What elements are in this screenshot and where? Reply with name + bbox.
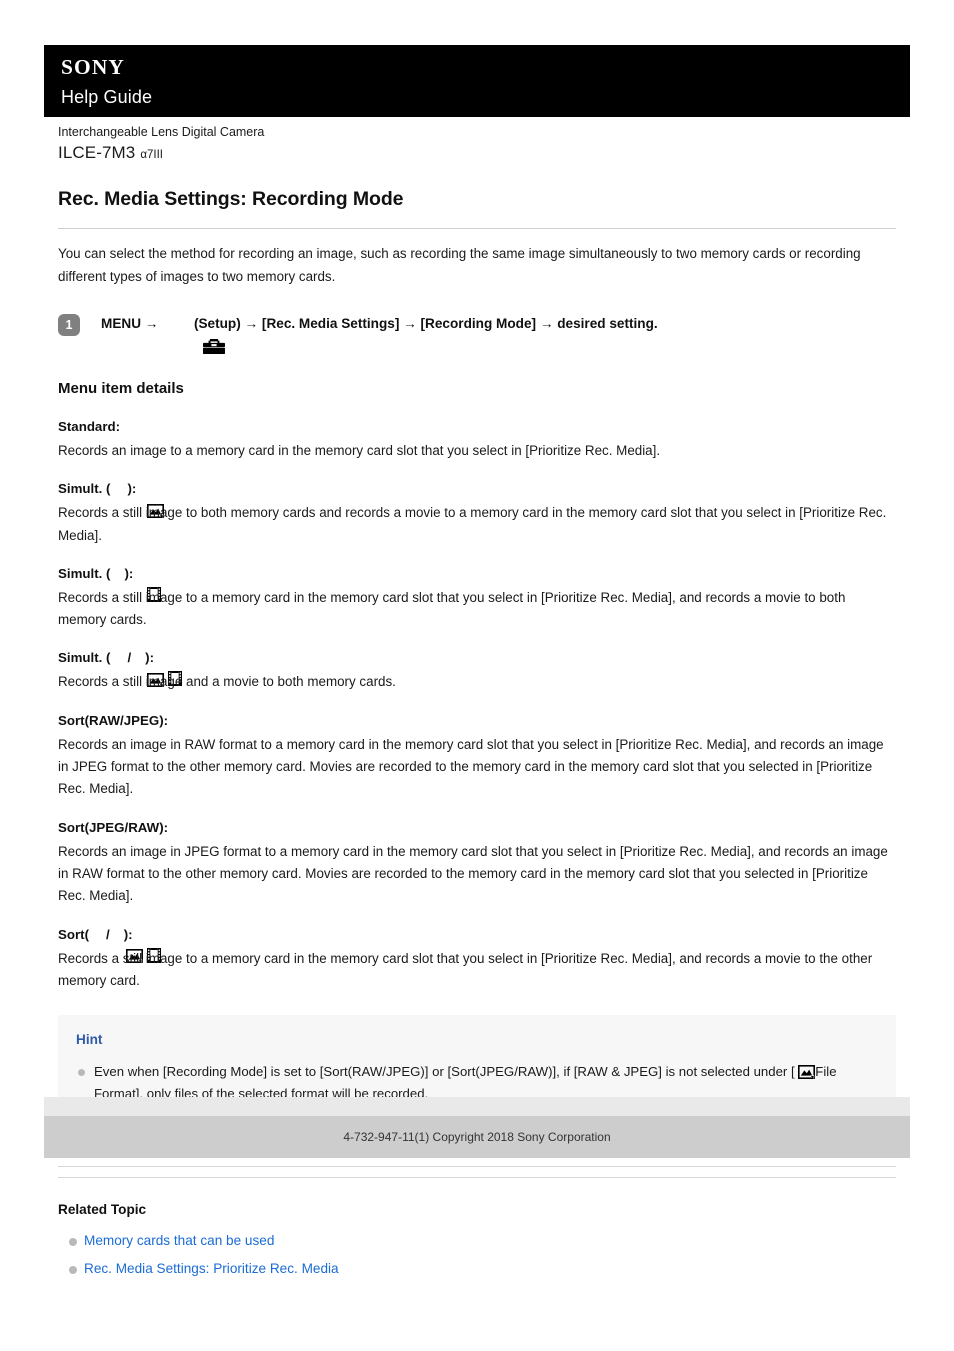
movie-icon bbox=[131, 650, 183, 687]
footer-copyright: 4-732-947-11(1) Copyright 2018 Sony Corp… bbox=[343, 1130, 611, 1144]
help-guide-page: SONY Help Guide Interchangeable Lens Dig… bbox=[0, 0, 954, 1351]
sony-logo: SONY bbox=[61, 55, 126, 79]
step-text: MENU → (Setup) → [Rec. Media Settings] →… bbox=[101, 313, 658, 354]
detail-term-suffix: ): bbox=[123, 926, 133, 942]
section-divider-pair bbox=[58, 1166, 896, 1179]
detail-description: Records a still image to a memory card i… bbox=[58, 589, 846, 628]
model-name: ILCE-7M3 bbox=[58, 143, 136, 162]
detail-description: Records a still image and a movie to bot… bbox=[58, 674, 396, 690]
detail-description: Records an image to a memory card in the… bbox=[58, 443, 661, 458]
still-image-icon bbox=[110, 482, 165, 518]
intro-paragraph: You can select the method for recording … bbox=[58, 246, 861, 284]
detail-term: Simult. (): bbox=[58, 563, 896, 602]
model-alias: α7III bbox=[140, 149, 163, 161]
list-item[interactable]: Memory cards that can be used bbox=[58, 1230, 896, 1252]
detail-term-prefix: Sort( bbox=[58, 926, 90, 942]
related-topic-heading: Related Topic bbox=[58, 1202, 147, 1218]
still-image-icon bbox=[798, 1064, 816, 1080]
detail-term: Simult. ( /): bbox=[58, 647, 896, 687]
detail-item: Simult. ( /): Records a still image and… bbox=[58, 647, 896, 693]
detail-description: Records an image in JPEG format to a mem… bbox=[58, 843, 888, 904]
detail-term-prefix: Standard: bbox=[58, 419, 121, 434]
hint-title: Hint bbox=[76, 1032, 103, 1048]
detail-term-prefix: Simult. ( bbox=[58, 565, 111, 581]
related-link-memory-cards[interactable]: Memory cards that can be used bbox=[84, 1233, 274, 1248]
step-number-badge: 1 bbox=[58, 314, 80, 336]
detail-item: Simult. (): Records a still image to a … bbox=[58, 563, 896, 632]
menu-item-details-heading: Menu item details bbox=[58, 380, 184, 397]
footer-light-band bbox=[44, 1097, 910, 1116]
detail-term-prefix: Sort(RAW/JPEG): bbox=[58, 712, 169, 728]
movie-icon bbox=[110, 927, 161, 963]
detail-description: Records a still image to a memory card i… bbox=[58, 950, 873, 988]
divider-bottom bbox=[58, 1177, 896, 1179]
procedure-step: 1 MENU → (Setup) → [Rec. Media Settings]… bbox=[58, 313, 896, 354]
step-text-part1: MENU → bbox=[101, 316, 163, 331]
detail-term: Standard: bbox=[58, 416, 896, 437]
detail-term-suffix: ): bbox=[145, 650, 155, 666]
list-item[interactable]: Rec. Media Settings: Prioritize Rec. Med… bbox=[58, 1258, 896, 1280]
detail-term-prefix: Sort(JPEG/RAW): bbox=[58, 819, 169, 835]
divider-top bbox=[58, 1166, 896, 1168]
model-line: ILCE-7M3 α7III bbox=[58, 142, 918, 166]
detail-term-prefix: Simult. ( bbox=[58, 650, 111, 666]
detail-description: Records a still image to both memory car… bbox=[58, 505, 887, 543]
detail-item: Simult. ( ): Records a still image to bo… bbox=[58, 478, 896, 547]
detail-description: Records an image in RAW format to a memo… bbox=[58, 736, 884, 797]
detail-term-suffix: ): bbox=[124, 565, 134, 581]
help-guide-subtitle: Help Guide bbox=[61, 87, 153, 107]
still-image-icon bbox=[89, 927, 143, 964]
hint-text-part1: Even when [Recording Mode] is set to [So… bbox=[94, 1064, 799, 1080]
site-header: SONY Help Guide bbox=[44, 45, 910, 117]
detail-term: Sort(RAW/JPEG): bbox=[58, 710, 896, 731]
toolbox-icon bbox=[165, 317, 225, 354]
detail-term: Sort( /): bbox=[58, 924, 896, 964]
detail-term-prefix: Simult. ( bbox=[58, 481, 111, 497]
detail-term-suffix: ): bbox=[127, 481, 137, 497]
step-text-part2: (Setup) → [Rec. Media Settings] → [Recor… bbox=[190, 316, 658, 331]
detail-item: Sort( /): Records a still image to a me… bbox=[58, 924, 896, 993]
detail-item: Standard: Records an image to a memory c… bbox=[58, 416, 896, 462]
detail-item: Sort(JPEG/RAW): Records an image in JPEG… bbox=[58, 817, 896, 908]
model-category: Interchangeable Lens Digital Camera bbox=[58, 125, 265, 139]
related-topic-list: Memory cards that can be used Rec. Media… bbox=[58, 1230, 896, 1280]
still-image-icon bbox=[110, 651, 165, 687]
detail-item: Sort(RAW/JPEG): Records an image in RAW … bbox=[58, 710, 896, 801]
movie-icon bbox=[110, 566, 162, 602]
related-link-prioritize-rec-media[interactable]: Rec. Media Settings: Prioritize Rec. Med… bbox=[84, 1261, 339, 1276]
footer-bar: 4-732-947-11(1) Copyright 2018 Sony Corp… bbox=[44, 1116, 910, 1158]
page-title: Rec. Media Settings: Recording Mode bbox=[58, 188, 404, 210]
title-divider bbox=[58, 228, 896, 229]
detail-term: Sort(JPEG/RAW): bbox=[58, 817, 896, 838]
model-info: Interchangeable Lens Digital Camera ILCE… bbox=[58, 124, 918, 166]
detail-term: Simult. ( ): bbox=[58, 478, 896, 518]
